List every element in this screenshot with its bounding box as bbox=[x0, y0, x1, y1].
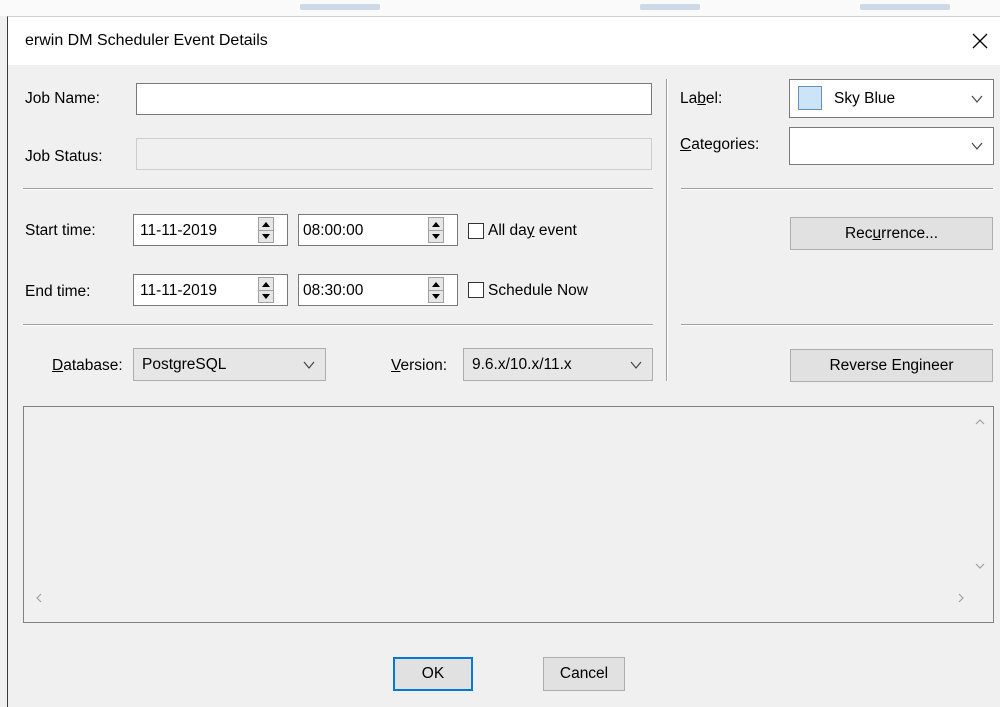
start-time-spinner[interactable] bbox=[428, 217, 444, 243]
cancel-button[interactable]: Cancel bbox=[543, 657, 625, 691]
reverse-engineer-button-label: Reverse Engineer bbox=[829, 356, 954, 374]
job-name-label: Job Name: bbox=[25, 90, 100, 107]
background-decoration bbox=[300, 4, 380, 10]
schedule-now-checkbox[interactable] bbox=[468, 282, 484, 298]
separator bbox=[681, 188, 993, 190]
spin-down-icon[interactable] bbox=[259, 290, 273, 302]
chevron-down-icon bbox=[303, 361, 315, 369]
categories-label: Categories: bbox=[680, 136, 760, 153]
close-icon bbox=[972, 33, 988, 49]
label-select[interactable]: Sky Blue bbox=[789, 79, 994, 118]
cancel-button-label: Cancel bbox=[559, 665, 609, 682]
start-time-label: Start time: bbox=[25, 222, 96, 239]
background-decoration bbox=[640, 4, 700, 10]
start-time-picker[interactable]: 08:00:00 bbox=[298, 214, 458, 246]
scroll-down-icon[interactable] bbox=[973, 559, 987, 573]
all-day-event-checkbox[interactable] bbox=[468, 223, 484, 239]
database-select[interactable]: PostgreSQL bbox=[133, 348, 326, 381]
reverse-engineer-button[interactable]: Reverse Engineer bbox=[790, 349, 993, 382]
end-date-picker[interactable]: 11-11-2019 bbox=[133, 274, 288, 306]
scroll-left-icon[interactable] bbox=[32, 591, 46, 605]
end-date-spinner[interactable] bbox=[258, 277, 274, 303]
categories-select[interactable] bbox=[789, 127, 994, 165]
recurrence-button[interactable]: Recurrence... bbox=[790, 217, 993, 250]
job-status-label: Job Status: bbox=[25, 148, 103, 165]
version-select[interactable]: 9.6.x/10.x/11.x bbox=[463, 348, 653, 381]
separator bbox=[681, 324, 993, 326]
recurrence-button-label: Recurrence... bbox=[844, 224, 939, 242]
color-swatch bbox=[798, 86, 822, 110]
close-button[interactable] bbox=[960, 23, 1000, 59]
end-time-picker[interactable]: 08:30:00 bbox=[298, 274, 458, 306]
separator bbox=[23, 188, 653, 190]
separator bbox=[23, 324, 653, 326]
scheduler-event-dialog: erwin DM Scheduler Event Details Job Nam… bbox=[7, 16, 1000, 707]
spin-down-icon[interactable] bbox=[259, 230, 273, 242]
database-label: Database: bbox=[52, 357, 123, 374]
ok-button[interactable]: OK bbox=[393, 657, 473, 691]
window-title: erwin DM Scheduler Event Details bbox=[25, 32, 268, 49]
spin-down-icon[interactable] bbox=[429, 230, 443, 242]
start-date-spinner[interactable] bbox=[258, 217, 274, 243]
ok-button-label: OK bbox=[421, 665, 445, 682]
end-time-spinner[interactable] bbox=[428, 277, 444, 303]
chevron-down-icon bbox=[630, 361, 642, 369]
chevron-down-icon bbox=[971, 142, 983, 150]
job-name-input[interactable] bbox=[136, 83, 652, 115]
version-label: Version: bbox=[391, 357, 448, 374]
all-day-event-label: All day event bbox=[488, 222, 577, 239]
background-decoration bbox=[860, 4, 950, 10]
scroll-up-icon[interactable] bbox=[973, 415, 987, 429]
title-bar: erwin DM Scheduler Event Details bbox=[8, 17, 1000, 65]
chevron-down-icon bbox=[971, 95, 983, 103]
output-panel[interactable] bbox=[23, 406, 994, 623]
job-status-field bbox=[136, 138, 652, 170]
start-date-picker[interactable]: 11-11-2019 bbox=[133, 214, 288, 246]
vertical-separator bbox=[666, 79, 668, 381]
end-time-label: End time: bbox=[25, 283, 91, 300]
spin-down-icon[interactable] bbox=[429, 290, 443, 302]
label-label: Label: bbox=[680, 90, 723, 107]
background-strip bbox=[0, 0, 1000, 16]
schedule-now-label: Schedule Now bbox=[488, 282, 588, 299]
scroll-right-icon[interactable] bbox=[954, 591, 968, 605]
